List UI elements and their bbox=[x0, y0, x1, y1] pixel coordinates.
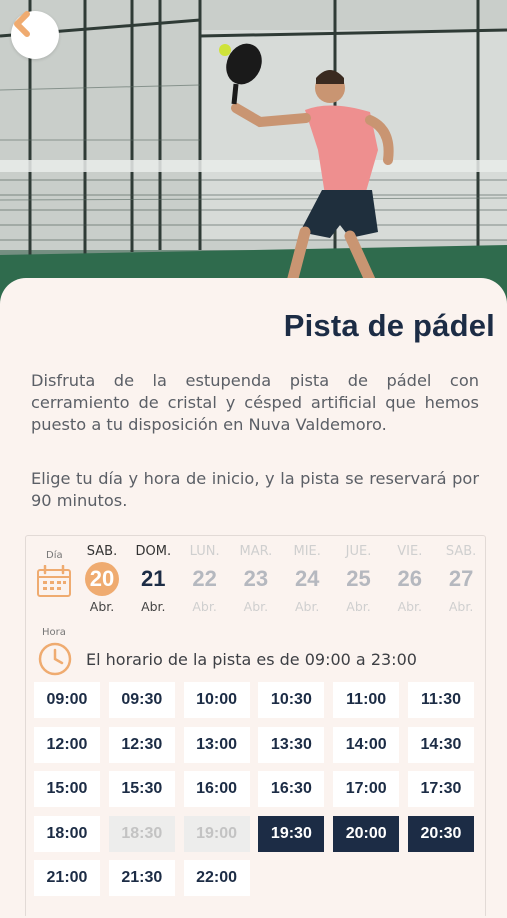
day-option[interactable]: SAB. 20 Abr. bbox=[76, 544, 128, 614]
time-slot-button[interactable]: 10:00 bbox=[183, 682, 250, 718]
time-slot-button[interactable]: 20:00 bbox=[333, 815, 400, 852]
time-slot-button[interactable]: 12:00 bbox=[34, 726, 100, 763]
day-option: JUE. 25 Abr. bbox=[333, 544, 385, 614]
booking-panel: Día SAB. 20 Abr. DOM. 21 Abr. LUN. 22 Abr. MAR. 23… bbox=[25, 535, 486, 916]
hour-label: Hora bbox=[42, 627, 66, 638]
month-label: Abr. bbox=[243, 599, 269, 614]
time-slot-button[interactable]: 11:00 bbox=[333, 682, 400, 718]
time-slot-button[interactable]: 09:00 bbox=[34, 682, 100, 718]
day-number: 22 bbox=[192, 566, 217, 591]
time-slot-button[interactable]: 20:30 bbox=[408, 815, 474, 852]
month-label: Abr. bbox=[397, 599, 423, 614]
day-number: 24 bbox=[294, 566, 320, 591]
time-slot-button[interactable]: 15:30 bbox=[108, 771, 175, 807]
instructions-text: Elige tu día y hora de inicio, y la pist… bbox=[31, 469, 479, 510]
day-number: 21 bbox=[141, 566, 166, 591]
month-label: Abr. bbox=[192, 599, 217, 614]
time-slot-button[interactable]: 21:30 bbox=[108, 860, 175, 896]
time-slot-button[interactable]: 17:00 bbox=[333, 771, 400, 807]
day-option: MAR. 23 Abr. bbox=[230, 544, 282, 614]
day-option: VIE. 26 Abr. bbox=[384, 544, 436, 614]
day-of-week: VIE. bbox=[397, 544, 423, 559]
day-of-week: SAB. bbox=[445, 544, 477, 559]
calendar-icon bbox=[35, 564, 73, 603]
day-option[interactable]: DOM. 21 Abr. bbox=[127, 544, 179, 614]
day-number: 27 bbox=[448, 566, 474, 591]
time-slot-button[interactable]: 12:30 bbox=[108, 726, 175, 763]
padel-court-photo bbox=[0, 0, 507, 320]
time-slot-button[interactable]: 13:00 bbox=[183, 726, 250, 763]
time-slot-button[interactable]: 13:30 bbox=[258, 726, 325, 763]
selected-day-number: 20 bbox=[85, 562, 119, 596]
day-of-week: DOM. bbox=[135, 544, 172, 559]
hero-image bbox=[0, 0, 507, 320]
month-label: Abr. bbox=[448, 599, 474, 614]
day-option: MIE. 24 Abr. bbox=[281, 544, 333, 614]
time-slot-button[interactable]: 19:30 bbox=[258, 815, 325, 852]
description-text: Disfruta de la estupenda pista de pádel … bbox=[31, 371, 479, 434]
day-option: LUN. 22 Abr. bbox=[179, 544, 231, 614]
month-label: Abr. bbox=[141, 599, 166, 614]
day-number: 25 bbox=[346, 566, 371, 591]
time-slot-button[interactable]: 09:30 bbox=[108, 682, 175, 718]
day-label: Día bbox=[46, 550, 63, 561]
time-slot-button: 19:00 bbox=[183, 815, 250, 852]
day-of-week: JUE. bbox=[345, 544, 372, 559]
month-label: Abr. bbox=[294, 599, 320, 614]
day-of-week: MIE. bbox=[293, 544, 321, 559]
day-of-week: MAR. bbox=[239, 544, 273, 559]
time-slot-button[interactable]: 14:30 bbox=[408, 726, 474, 763]
time-slot-button[interactable]: 15:00 bbox=[34, 771, 100, 807]
time-slot-button[interactable]: 18:00 bbox=[34, 815, 100, 852]
month-label: Abr. bbox=[346, 599, 371, 614]
booking-card: Pista de pádel Disfruta de la estupenda … bbox=[0, 278, 507, 918]
court-hours-note: El horario de la pista es de 09:00 a 23:… bbox=[86, 650, 417, 669]
time-slot-button[interactable]: 11:30 bbox=[408, 682, 474, 718]
time-slot-button[interactable]: 22:00 bbox=[183, 860, 250, 896]
chevron-left-icon bbox=[14, 11, 30, 37]
day-number: 23 bbox=[243, 566, 269, 591]
day-of-week: LUN. bbox=[189, 544, 220, 559]
day-of-week: SAB. bbox=[86, 544, 118, 559]
time-slot-button[interactable]: 14:00 bbox=[333, 726, 400, 763]
day-option: SAB. 27 Abr. bbox=[435, 544, 487, 614]
day-number: 26 bbox=[397, 566, 423, 591]
month-label: Abr. bbox=[89, 599, 115, 614]
time-slot-button[interactable]: 21:00 bbox=[34, 860, 100, 896]
time-slot-button[interactable]: 10:30 bbox=[258, 682, 325, 718]
time-slot-button[interactable]: 16:30 bbox=[258, 771, 325, 807]
time-slot-button: 18:30 bbox=[108, 815, 175, 852]
clock-icon bbox=[37, 641, 73, 681]
page-title: Pista de pádel bbox=[283, 308, 495, 343]
time-slot-button[interactable]: 16:00 bbox=[183, 771, 250, 807]
time-slot-button[interactable]: 17:30 bbox=[408, 771, 474, 807]
back-button[interactable] bbox=[11, 11, 59, 59]
